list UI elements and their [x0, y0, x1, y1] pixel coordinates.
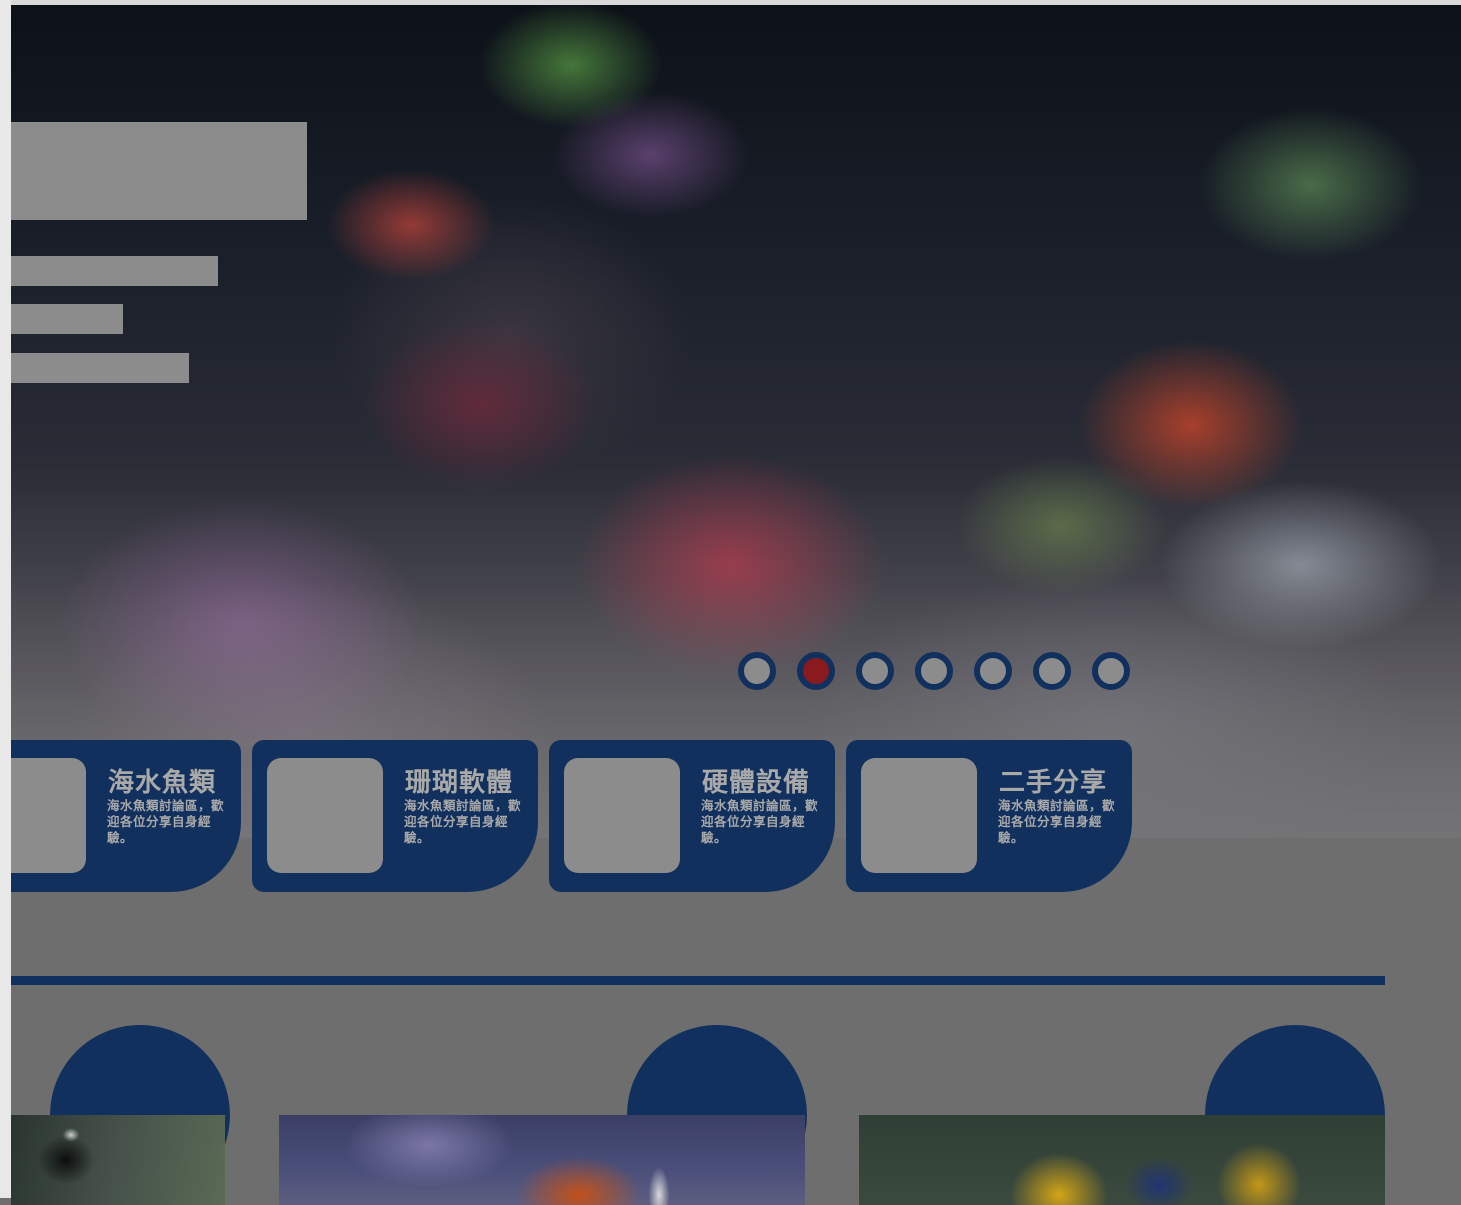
- category-description: 海水魚類討論區，歡迎各位分享自身經驗。: [701, 798, 819, 845]
- category-card-coral[interactable]: 珊瑚軟體 海水魚類討論區，歡迎各位分享自身經驗。: [252, 740, 538, 892]
- feature-photo-angelfish[interactable]: [859, 1115, 1385, 1205]
- carousel-dot-5[interactable]: [974, 652, 1012, 690]
- category-title: 海水魚類: [108, 768, 217, 798]
- category-card-marine-fish-clip: 海水魚類 海水魚類討論區，歡迎各位分享自身經驗。: [11, 740, 241, 892]
- carousel-dot-6[interactable]: [1033, 652, 1071, 690]
- feature-photo-fish-1[interactable]: [11, 1115, 225, 1205]
- left-border: [0, 0, 11, 1198]
- category-thumbnail: [564, 758, 680, 873]
- hero-text-placeholder-1: [11, 256, 218, 286]
- hero-title-placeholder: [11, 122, 307, 220]
- category-description: 海水魚類討論區，歡迎各位分享自身經驗。: [107, 798, 225, 845]
- category-card-equipment[interactable]: 硬體設備 海水魚類討論區，歡迎各位分享自身經驗。: [549, 740, 835, 892]
- feature-photo-clownfish[interactable]: [279, 1115, 805, 1205]
- hero-text-placeholder-3: [11, 353, 189, 383]
- carousel-dot-1[interactable]: [738, 652, 776, 690]
- carousel-dot-7[interactable]: [1092, 652, 1130, 690]
- category-title: 珊瑚軟體: [405, 768, 514, 798]
- category-description: 海水魚類討論區，歡迎各位分享自身經驗。: [404, 798, 522, 845]
- carousel-dot-4[interactable]: [915, 652, 953, 690]
- category-title: 硬體設備: [702, 768, 811, 798]
- category-thumbnail: [11, 758, 86, 873]
- category-thumbnail: [861, 758, 977, 873]
- category-thumbnail: [267, 758, 383, 873]
- hero-text-placeholder-2: [11, 304, 123, 334]
- category-card-marine-fish[interactable]: 海水魚類 海水魚類討論區，歡迎各位分享自身經驗。: [11, 740, 241, 892]
- carousel-pagination: [738, 652, 1130, 690]
- category-title: 二手分享: [999, 768, 1108, 798]
- carousel-dot-3[interactable]: [856, 652, 894, 690]
- carousel-dot-2-active[interactable]: [797, 652, 835, 690]
- category-description: 海水魚類討論區，歡迎各位分享自身經驗。: [998, 798, 1116, 845]
- category-card-second-hand[interactable]: 二手分享 海水魚類討論區，歡迎各位分享自身經驗。: [846, 740, 1132, 892]
- section-divider: [11, 976, 1385, 985]
